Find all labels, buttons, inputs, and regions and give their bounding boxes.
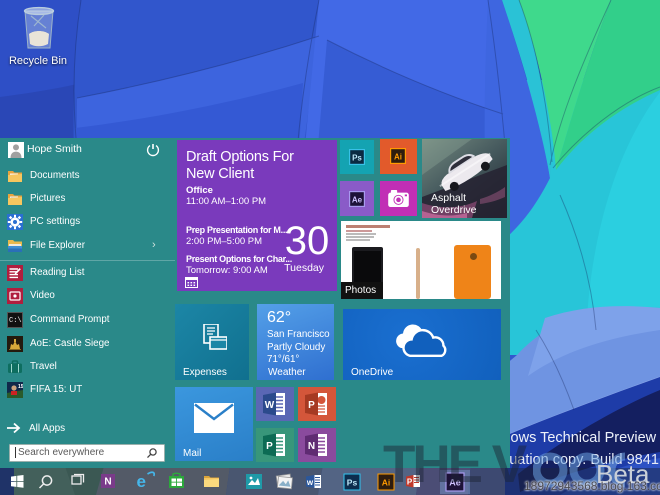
svg-text:Overdrive: Overdrive <box>431 204 477 216</box>
svg-text:w: w <box>306 478 314 487</box>
svg-text:N: N <box>104 477 111 488</box>
svg-text:W: W <box>265 400 275 411</box>
svg-text:Ae: Ae <box>352 196 363 205</box>
svg-text:P: P <box>308 400 315 411</box>
svg-text:Ps: Ps <box>347 478 358 488</box>
svg-text:Ai: Ai <box>394 153 402 162</box>
svg-text:N: N <box>308 441 315 452</box>
svg-text:C:\: C:\ <box>9 317 22 325</box>
svg-text:P: P <box>266 441 273 452</box>
svg-text:e: e <box>137 472 146 491</box>
svg-text:15: 15 <box>18 384 23 390</box>
svg-text:Asphalt: Asphalt <box>431 192 466 204</box>
svg-text:Ps: Ps <box>352 154 362 163</box>
